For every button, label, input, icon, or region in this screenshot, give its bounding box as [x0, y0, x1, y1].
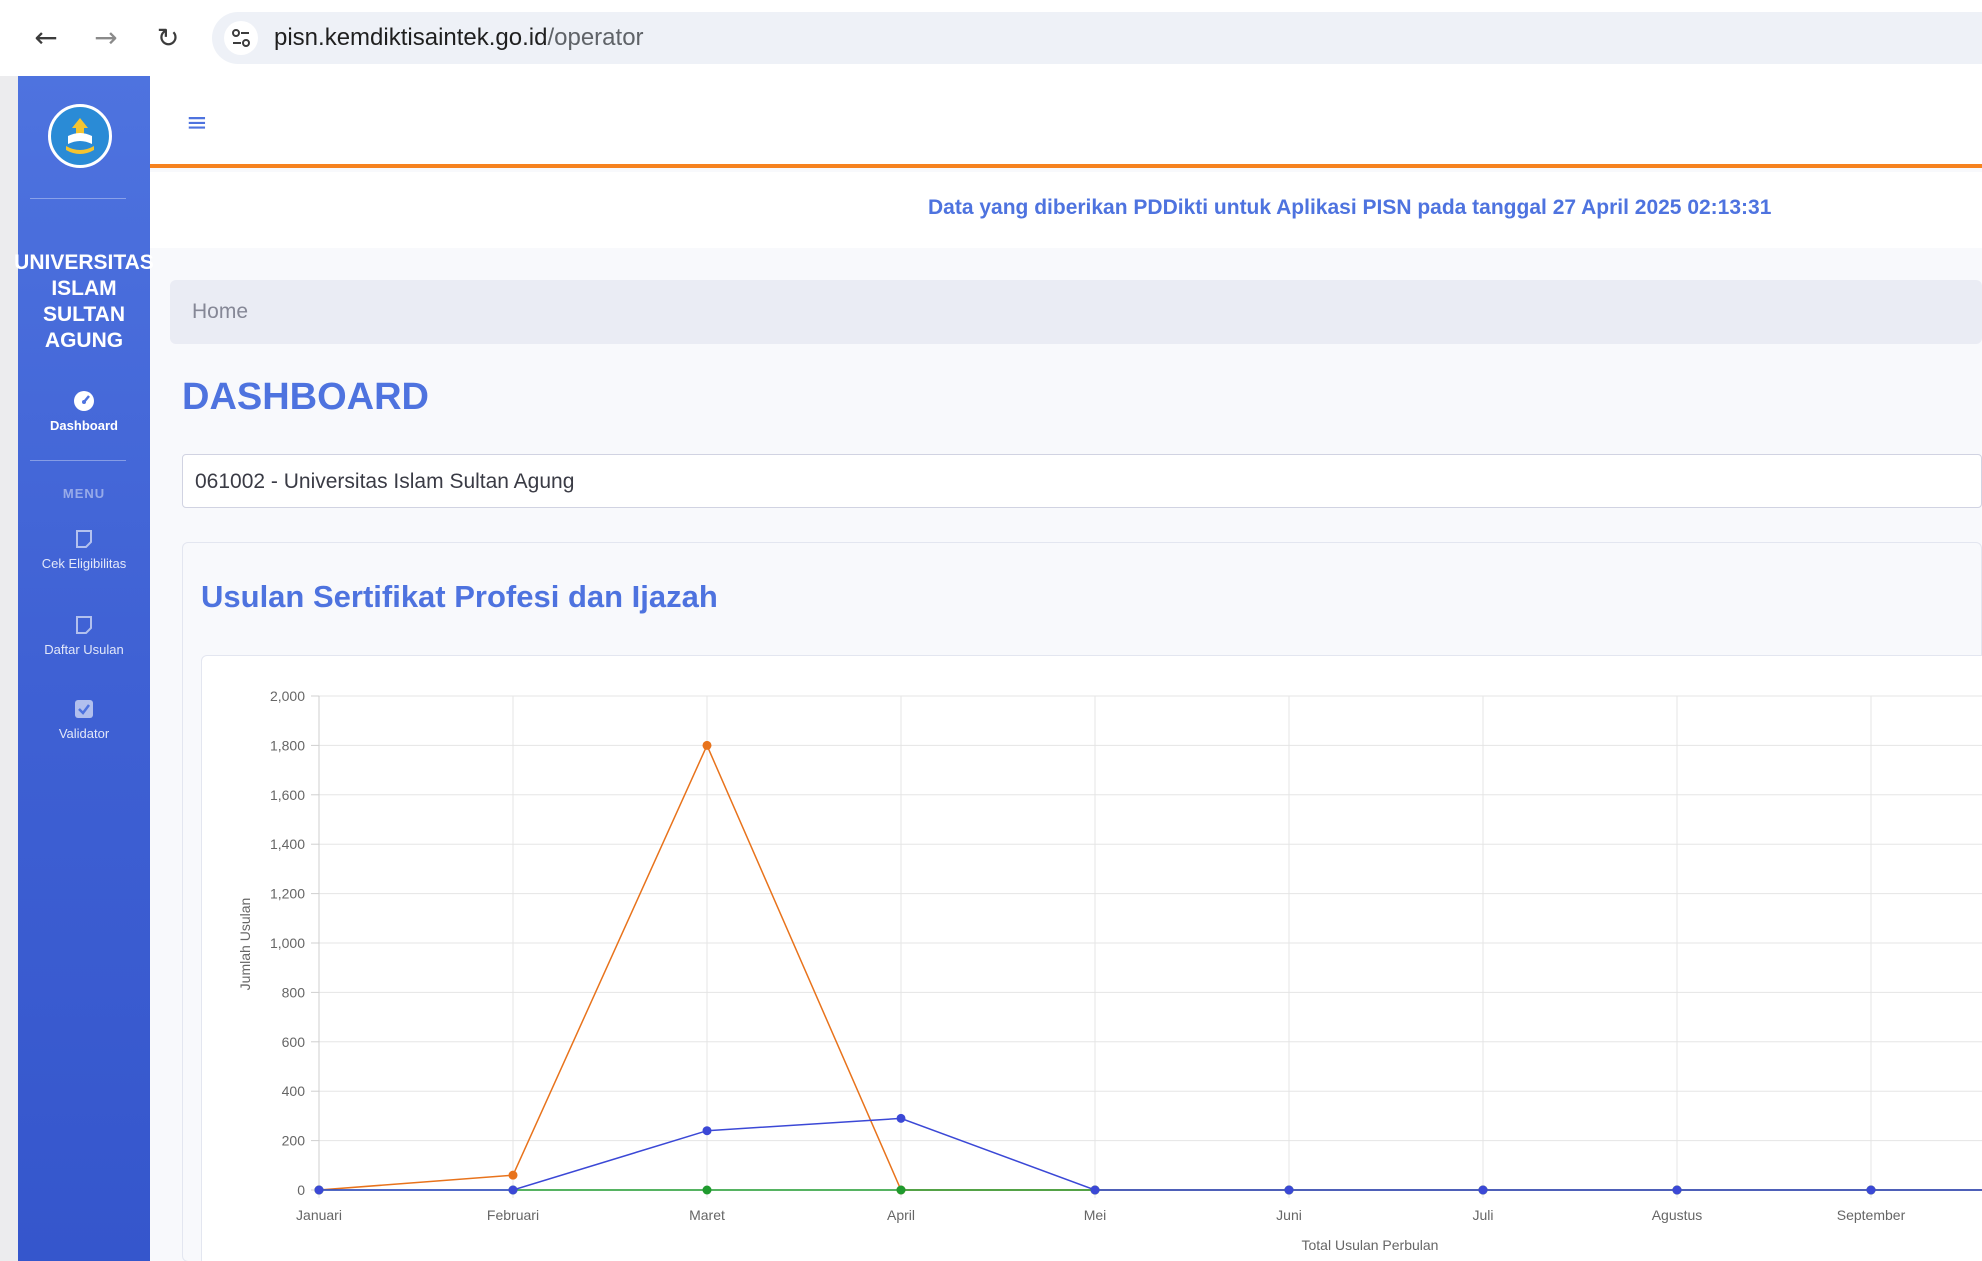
site-settings-icon[interactable] — [224, 21, 258, 55]
sidebar-item-label: Dashboard — [50, 418, 118, 433]
x-tick-label: Juli — [1472, 1207, 1493, 1223]
tachometer-icon — [74, 391, 94, 411]
sidebar-item-dashboard[interactable]: Dashboard — [18, 390, 150, 433]
data-point — [896, 1185, 906, 1195]
sidebar-divider — [30, 198, 126, 199]
back-arrow-icon[interactable]: ← — [28, 20, 64, 56]
url-text[interactable]: pisn.kemdiktisaintek.go.id/operator — [274, 24, 644, 52]
data-point — [1672, 1185, 1682, 1195]
data-point — [1284, 1185, 1294, 1195]
address-bar[interactable]: pisn.kemdiktisaintek.go.id/operator — [212, 12, 1982, 64]
y-tick-label: 2,000 — [270, 688, 305, 704]
x-tick-label: Januari — [296, 1207, 342, 1223]
series-line-0 — [318, 743, 1982, 1191]
document-icon — [76, 530, 92, 548]
y-tick-label: 200 — [282, 1133, 306, 1149]
x-tick-label: Maret — [689, 1207, 725, 1223]
sidebar-divider — [30, 460, 126, 461]
y-tick-label: 1,800 — [270, 737, 305, 753]
y-axis-title: Jumlah Usulan — [237, 898, 253, 991]
data-point — [896, 1113, 906, 1123]
institution-logo[interactable] — [48, 104, 112, 168]
data-point — [314, 1185, 324, 1195]
y-tick-label: 1,600 — [270, 787, 305, 803]
sidebar-item-label: Validator — [58, 726, 110, 741]
sidebar: UNIVERSITAS ISLAM SULTAN AGUNG Dashboard… — [14, 76, 154, 1261]
y-tick-label: 1,200 — [270, 886, 305, 902]
checkbox-icon — [75, 700, 93, 718]
url-path: /operator — [547, 24, 644, 51]
y-tick-label: 1,000 — [270, 935, 305, 951]
sidebar-heading: MENU — [62, 486, 106, 501]
main-content: ≡ Data yang diberikan PDDikti untuk Apli… — [150, 76, 1982, 1261]
hamburger-menu-icon[interactable]: ≡ — [186, 110, 208, 136]
x-tick-label: Februari — [487, 1207, 539, 1223]
sidebar-item-cek-eligibilitas[interactable]: Cek Eligibilitas — [18, 528, 150, 571]
topbar: ≡ — [150, 76, 1982, 168]
page-title: DASHBOARD — [182, 376, 429, 418]
data-point — [508, 1185, 518, 1195]
y-tick-label: 600 — [282, 1034, 306, 1050]
breadcrumb-home[interactable]: Home — [192, 300, 248, 324]
data-point — [1478, 1185, 1488, 1195]
sidebar-item-validator[interactable]: Validator — [18, 698, 150, 741]
data-point — [1866, 1185, 1876, 1195]
chart-panel: 0 200 400 600 800 1,000 1,200 1,400 1,600 1,800 2,… — [201, 655, 1982, 1261]
data-point — [702, 1126, 712, 1136]
y-tick-label: 400 — [282, 1083, 306, 1099]
institution-select-value: 061002 - Universitas Islam Sultan Agung — [195, 470, 575, 493]
info-banner: Data yang diberikan PDDikti untuk Aplika… — [150, 172, 1982, 248]
document-icon — [76, 616, 92, 634]
sidebar-item-daftar-usulan[interactable]: Daftar Usulan — [18, 614, 150, 657]
institution-name: UNIVERSITAS ISLAM SULTAN AGUNG — [14, 251, 154, 352]
browser-toolbar: ← → ↻ pisn.kemdiktisaintek.go.id/operato… — [0, 0, 1982, 76]
data-point — [508, 1170, 518, 1180]
data-point — [1090, 1185, 1100, 1195]
forward-arrow-icon[interactable]: → — [88, 20, 124, 56]
data-point — [702, 740, 712, 750]
y-tick-label: 800 — [282, 984, 306, 1000]
x-tick-label: Mei — [1084, 1207, 1107, 1223]
card-title: Usulan Sertifikat Profesi dan Ijazah — [201, 579, 718, 614]
sidebar-item-label: Cek Eligibilitas — [41, 556, 127, 571]
chart-card: Usulan Sertifikat Profesi dan Ijazah 0 20… — [182, 542, 1982, 1261]
y-tick-label: 0 — [297, 1182, 305, 1198]
x-tick-label: Juni — [1276, 1207, 1302, 1223]
url-host: pisn.kemdiktisaintek.go.id — [274, 24, 548, 51]
institution-select[interactable]: 061002 - Universitas Islam Sultan Agung — [182, 454, 1982, 508]
data-point — [702, 1185, 712, 1195]
y-tick-label: 1,400 — [270, 836, 305, 852]
data-update-info: Data yang diberikan PDDikti untuk Aplika… — [928, 196, 1772, 219]
series-line-2 — [319, 1117, 1982, 1191]
x-tick-label: Agustus — [1652, 1207, 1703, 1223]
sidebar-item-label: Daftar Usulan — [44, 642, 124, 657]
x-axis-title: Total Usulan Perbulan — [1302, 1237, 1439, 1253]
breadcrumb: Home — [170, 280, 1982, 344]
x-tick-label: April — [887, 1207, 915, 1223]
x-tick-label: September — [1837, 1207, 1906, 1223]
reload-icon[interactable]: ↻ — [150, 20, 186, 56]
app-window: UNIVERSITAS ISLAM SULTAN AGUNG Dashboard… — [14, 76, 1982, 1261]
line-chart: 0 200 400 600 800 1,000 1,200 1,400 1,600 1,800 2,… — [237, 688, 1982, 1253]
